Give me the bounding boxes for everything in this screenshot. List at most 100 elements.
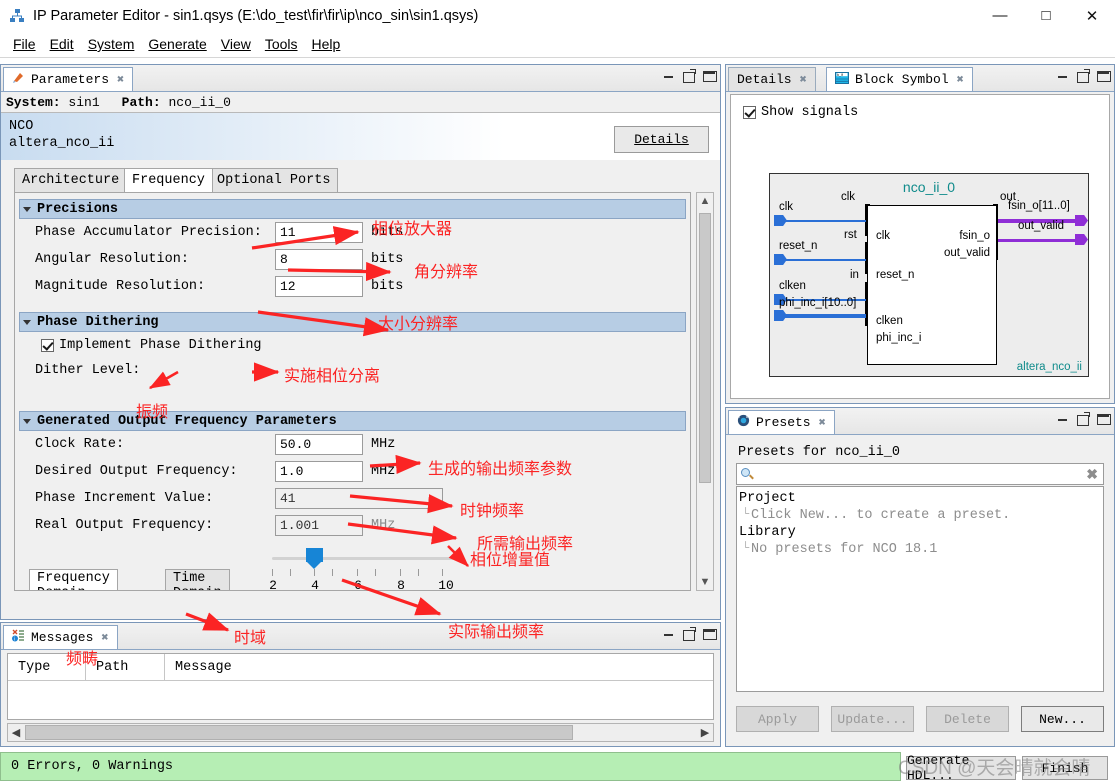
presets-maximize-icon[interactable]: [1097, 412, 1111, 425]
chevron-down-icon[interactable]: [23, 318, 32, 327]
presets-search-input[interactable]: [754, 465, 1087, 483]
block-symbol-panel: Details ✖ b_0 Block Symbol ✖ Show signal…: [725, 64, 1115, 404]
minimize-button[interactable]: —: [977, 0, 1023, 31]
delete-button[interactable]: Delete: [926, 706, 1009, 732]
group-phase-dithering-header[interactable]: Phase Dithering: [19, 312, 686, 332]
angular-resolution-input[interactable]: 8: [275, 249, 363, 270]
group-precisions-header[interactable]: Precisions: [19, 199, 686, 219]
tab-details[interactable]: Details ✖: [728, 67, 816, 91]
menu-file[interactable]: File: [6, 34, 43, 54]
menu-system[interactable]: System: [81, 34, 142, 54]
presets-restore-icon[interactable]: [1077, 412, 1090, 426]
chevron-down-icon[interactable]: [23, 417, 32, 426]
clear-icon[interactable]: ✖: [1086, 466, 1098, 483]
tab-optional-ports-label: Optional Ports: [217, 173, 331, 188]
slider-tick-10: 10: [438, 578, 454, 593]
show-signals-label: Show signals: [761, 105, 859, 120]
desired-output-frequency-input[interactable]: 1.0: [275, 461, 363, 482]
messages-restore-icon[interactable]: [683, 627, 696, 641]
tab-presets[interactable]: A B Presets ✖: [728, 410, 835, 434]
apply-button-label: Apply: [757, 711, 797, 727]
show-signals-row[interactable]: Show signals: [731, 95, 1109, 120]
slider-tick-4: 4: [311, 578, 319, 593]
menu-generate[interactable]: Generate: [141, 34, 213, 54]
block-symbol-tab-label: Block Symbol: [855, 72, 949, 87]
tab-architecture[interactable]: Architecture: [14, 168, 128, 192]
tab-messages[interactable]: i Messages ✖: [3, 625, 118, 649]
tab-frequency-domain[interactable]: Frequency Domain: [29, 569, 118, 590]
tree-node-library[interactable]: Library: [739, 524, 1103, 541]
tab-time-domain[interactable]: Time Domain: [165, 569, 230, 590]
presets-tree[interactable]: Project Click New... to create a preset.…: [736, 486, 1104, 692]
new-preset-button[interactable]: New...: [1021, 706, 1104, 732]
field-phase-increment-value: Phase Increment Value: 41: [15, 485, 690, 512]
scroll-down-icon[interactable]: ▼: [697, 574, 713, 590]
block-symbol-restore-icon[interactable]: [1077, 69, 1090, 83]
menu-edit[interactable]: Edit: [43, 34, 81, 54]
menu-tools-label: Tools: [264, 36, 298, 52]
slider-track[interactable]: [272, 557, 454, 560]
block-symbol-maximize-icon[interactable]: [1097, 69, 1111, 82]
tab-frequency[interactable]: Frequency: [124, 168, 213, 192]
presets-tab-close-icon[interactable]: ✖: [819, 415, 826, 430]
close-button[interactable]: ✕: [1069, 0, 1115, 31]
wire-clk: [784, 220, 866, 222]
menu-tools[interactable]: Tools: [258, 34, 305, 54]
messages-panel: i Messages ✖ Type Path Message ◀ ▶: [0, 622, 721, 747]
finish-button[interactable]: Finish: [1022, 756, 1108, 780]
delete-button-label: Delete: [944, 711, 991, 727]
chevron-down-icon[interactable]: [23, 205, 32, 214]
parameters-minimize-icon[interactable]: [663, 69, 676, 82]
tab-parameters[interactable]: Parameters ✖: [3, 67, 134, 91]
finish-label: Finish: [1041, 760, 1089, 776]
messages-col-path[interactable]: Path: [86, 654, 165, 680]
clock-rate-input[interactable]: 50.0: [275, 434, 363, 455]
system-path-bar: System: sin1 Path: nco_ii_0: [1, 92, 720, 113]
apply-button[interactable]: Apply: [736, 706, 819, 732]
field-magnitude-resolution: Magnitude Resolution: 12 bits: [15, 273, 690, 300]
block-symbol-tab-close-icon[interactable]: ✖: [957, 72, 964, 87]
field-implement-phase-dithering[interactable]: Implement Phase Dithering: [15, 332, 690, 359]
messages-horizontal-scrollbar[interactable]: ◀ ▶: [7, 723, 714, 742]
maximize-button[interactable]: □: [1023, 0, 1069, 31]
messages-col-type[interactable]: Type: [8, 654, 86, 680]
presets-search-box[interactable]: ✖: [736, 463, 1104, 485]
show-signals-checkbox[interactable]: [743, 106, 756, 119]
menu-view[interactable]: View: [214, 34, 258, 54]
details-tab-close-icon[interactable]: ✖: [800, 72, 807, 87]
messages-tab-close-icon[interactable]: ✖: [101, 630, 108, 645]
messages-minimize-icon[interactable]: [663, 627, 676, 640]
parameters-vertical-scrollbar[interactable]: ▲ ▼: [696, 192, 714, 591]
block-symbol-minimize-icon[interactable]: [1057, 69, 1070, 82]
messages-col-message[interactable]: Message: [165, 654, 713, 680]
phase-increment-value-input[interactable]: 41: [275, 488, 443, 509]
parameters-tab-close-icon[interactable]: ✖: [117, 72, 124, 87]
tab-block-symbol[interactable]: b_0 Block Symbol ✖: [826, 67, 973, 91]
tree-node-project[interactable]: Project: [739, 490, 1103, 507]
slider-thumb[interactable]: [306, 548, 323, 570]
slider-tick-6: 6: [354, 578, 362, 593]
details-button[interactable]: Details: [614, 126, 709, 153]
scrollbar-thumb[interactable]: [699, 213, 711, 483]
parameters-maximize-icon[interactable]: [703, 69, 717, 82]
scroll-right-icon[interactable]: ▶: [697, 724, 713, 741]
update-button[interactable]: Update...: [831, 706, 914, 732]
magnitude-resolution-input[interactable]: 12: [275, 276, 363, 297]
presets-minimize-icon[interactable]: [1057, 412, 1070, 425]
new-preset-button-label: New...: [1039, 711, 1086, 727]
dither-level-slider[interactable]: 2 4 6 8 10: [265, 548, 460, 596]
hscrollbar-thumb[interactable]: [25, 725, 573, 740]
scroll-left-icon[interactable]: ◀: [8, 724, 24, 741]
implement-phase-dithering-checkbox[interactable]: [41, 339, 54, 352]
tab-optional-ports[interactable]: Optional Ports: [209, 168, 339, 192]
scroll-up-icon[interactable]: ▲: [697, 193, 713, 209]
menu-help[interactable]: Help: [305, 34, 348, 54]
messages-maximize-icon[interactable]: [703, 627, 717, 640]
generate-hdl-button[interactable]: Generate HDL...: [906, 753, 1016, 783]
parameters-restore-icon[interactable]: [683, 69, 696, 83]
menu-system-label: System: [87, 36, 135, 52]
group-generated-output-header[interactable]: Generated Output Frequency Parameters: [19, 411, 686, 431]
block-symbol-diagram: nco_ii_0 altera_nco_ii clk rst in out cl…: [769, 173, 1089, 377]
clock-rate-unit: MHz: [371, 437, 396, 452]
phase-accumulator-precision-input[interactable]: 11: [275, 222, 363, 243]
